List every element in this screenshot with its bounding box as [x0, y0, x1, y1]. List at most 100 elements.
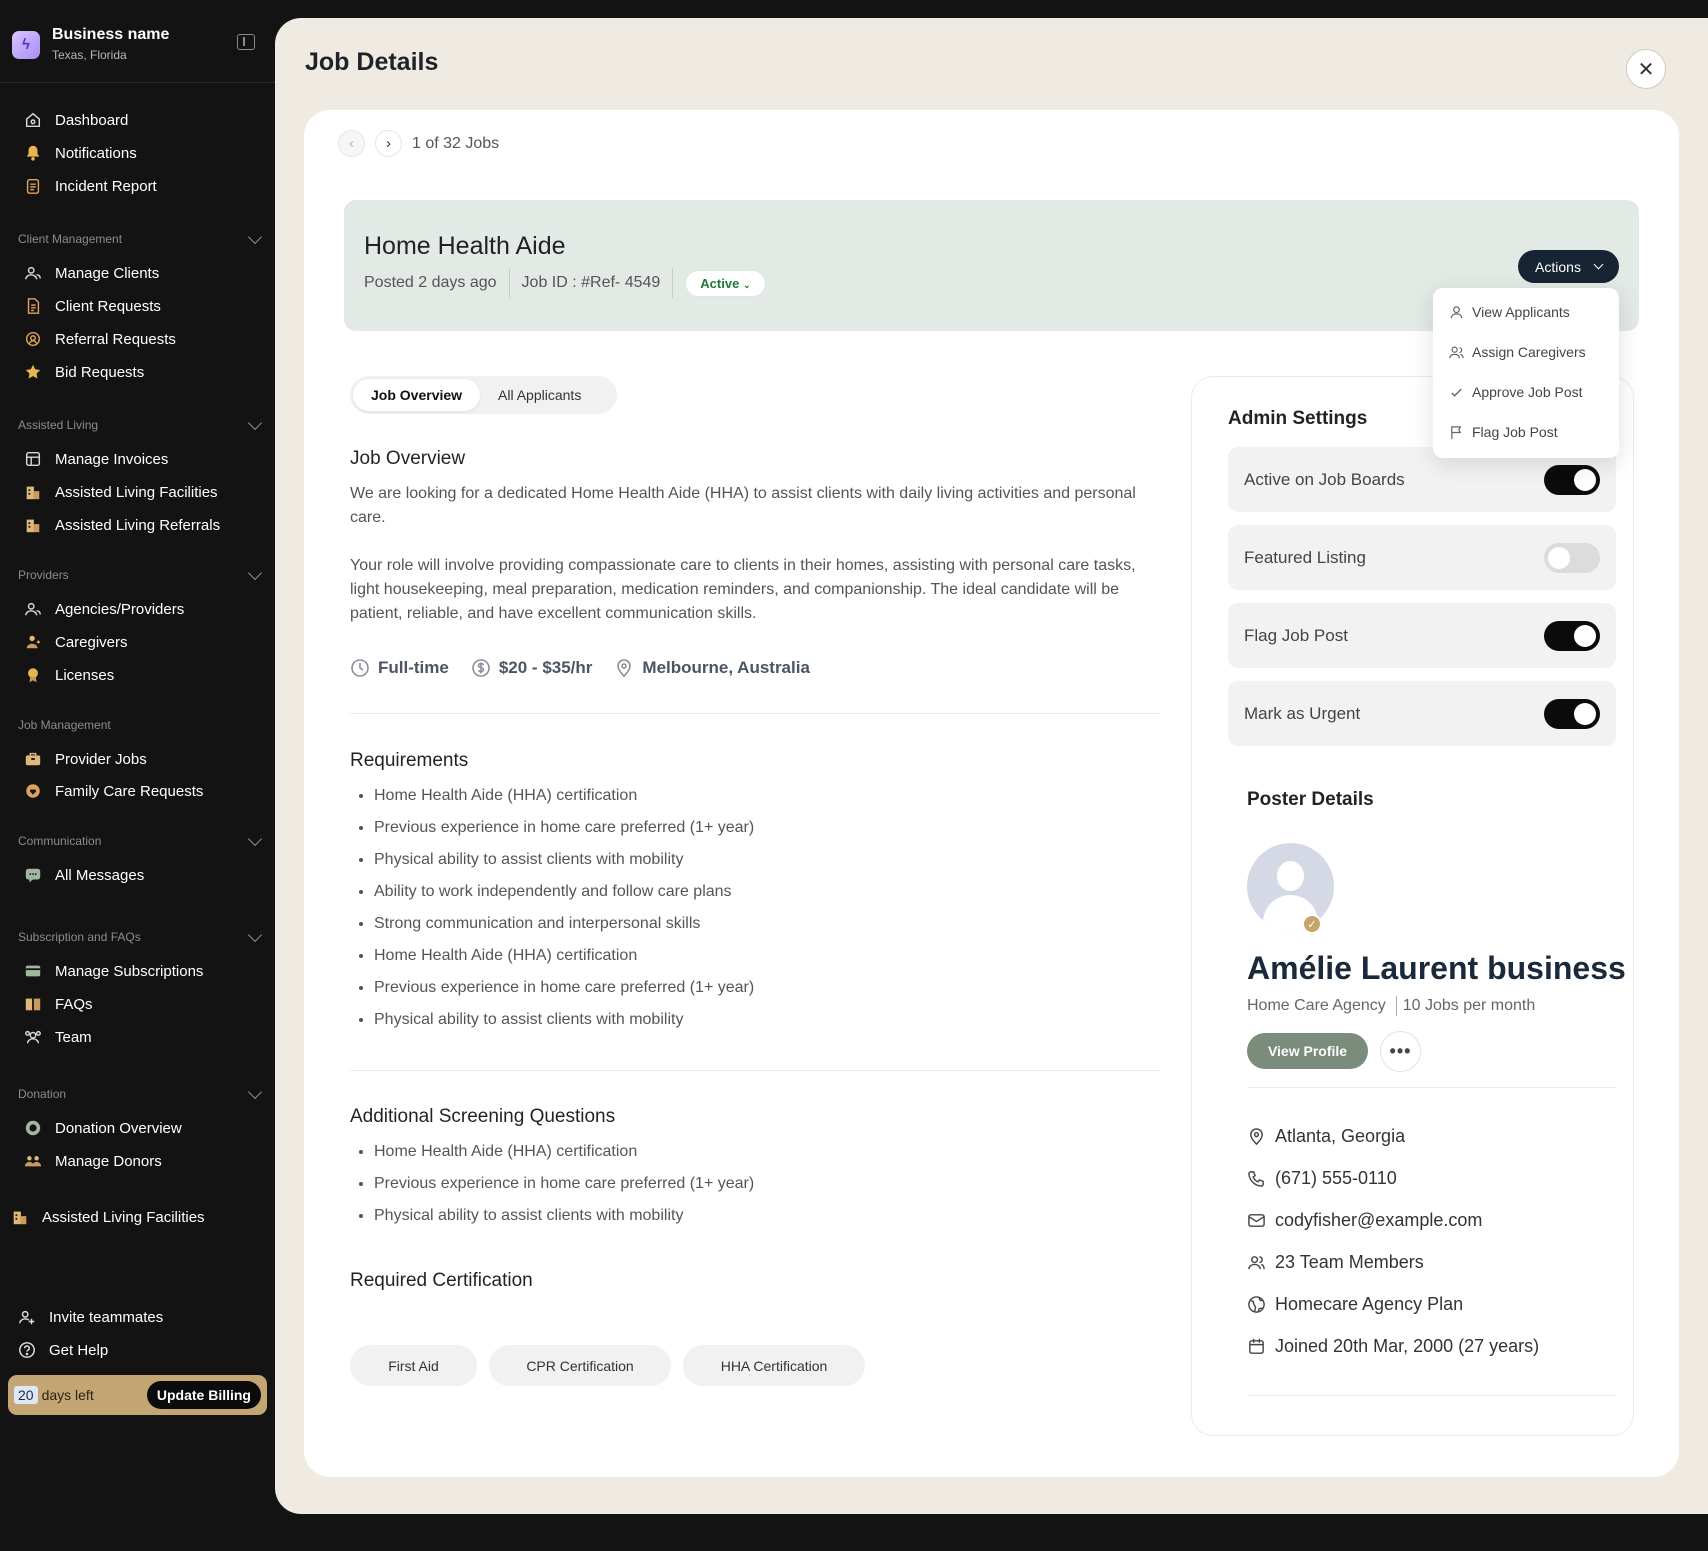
employment-type-label: Full-time [378, 658, 449, 677]
sidebar-collapse-icon[interactable] [237, 34, 255, 50]
sidebar-item-licenses[interactable]: Licenses [24, 664, 114, 686]
tab-all-applicants[interactable]: All Applicants [480, 379, 599, 411]
chevron-down-icon [247, 831, 263, 846]
prev-job-button[interactable]: ‹ [338, 130, 365, 157]
job-overview-heading: Job Overview [350, 448, 466, 469]
sidebar-item-referral-requests[interactable]: Referral Requests [24, 328, 176, 350]
divider [1247, 1395, 1616, 1396]
toggle-switch[interactable] [1544, 465, 1600, 495]
setting-label: Mark as Urgent [1244, 703, 1361, 723]
status-badge[interactable]: Active ⌄ [685, 269, 766, 297]
invite-teammates-link[interactable]: Invite teammates [18, 1306, 163, 1328]
section-assisted-living[interactable]: Assisted Living [18, 415, 263, 432]
sidebar-item-notifications[interactable]: Notifications [24, 142, 137, 164]
sidebar-item-label: Manage Invoices [55, 450, 169, 468]
screening-list: Home Health Aide (HHA) certification Pre… [374, 1136, 754, 1232]
business-logo-icon: ϟ [12, 30, 40, 59]
close-button[interactable]: ✕ [1626, 49, 1666, 89]
invoice-icon [24, 450, 42, 468]
job-card: ‹ › 1 of 32 Jobs Home Health Aide Posted… [304, 110, 1679, 1477]
section-communication[interactable]: Communication [18, 831, 263, 848]
sidebar-item-all-messages[interactable]: All Messages [24, 864, 144, 886]
menu-item-label: View Applicants [1472, 304, 1570, 320]
view-profile-button[interactable]: View Profile [1247, 1033, 1368, 1069]
chevron-down-icon [1593, 259, 1604, 270]
days-left-label: days left [41, 1387, 94, 1403]
sidebar-item-client-requests[interactable]: Client Requests [24, 295, 161, 317]
sidebar-item-manage-invoices[interactable]: Manage Invoices [24, 448, 168, 470]
menu-item-flag-job-post[interactable]: Flag Job Post [1433, 412, 1619, 452]
sidebar-item-team[interactable]: Team [24, 1026, 92, 1048]
toggle-switch[interactable] [1544, 543, 1600, 573]
sidebar-item-label: Donation Overview [55, 1119, 182, 1137]
more-options-button[interactable]: ••• [1380, 1031, 1421, 1072]
divider [350, 713, 1160, 714]
sidebar: ϟ Business name Texas, Florida Dashboard… [0, 0, 275, 1551]
sidebar-divider [0, 82, 275, 83]
update-billing-button[interactable]: Update Billing [146, 1381, 261, 1409]
tab-job-overview[interactable]: Job Overview [353, 379, 481, 411]
sidebar-item-provider-jobs[interactable]: Provider Jobs [24, 748, 147, 770]
section-subscription-faqs[interactable]: Subscription and FAQs [18, 927, 263, 944]
sidebar-item-assisted-living-facilities[interactable]: Assisted Living Facilities [24, 481, 218, 503]
sidebar-item-donation-overview[interactable]: Donation Overview [24, 1117, 182, 1139]
menu-item-approve-job-post[interactable]: Approve Job Post [1433, 372, 1619, 412]
verified-badge-icon: ✓ [1302, 914, 1322, 934]
building-icon [11, 1208, 29, 1226]
users-icon [24, 264, 42, 282]
user-plus-icon [18, 1308, 36, 1326]
divider [672, 268, 674, 298]
poster-phone-text[interactable]: (671) 555-0110 [1275, 1168, 1397, 1189]
sidebar-item-incident-report[interactable]: Incident Report [24, 175, 157, 197]
sidebar-item-assisted-living-facilities-2[interactable]: Assisted Living Facilities [11, 1206, 205, 1228]
poster-email-text[interactable]: codyfisher@example.com [1275, 1210, 1482, 1231]
sidebar-item-family-care-requests[interactable]: Family Care Requests [24, 780, 203, 802]
setting-flag-job-post: Flag Job Post [1228, 603, 1616, 668]
sidebar-item-caregivers[interactable]: Caregivers [24, 631, 128, 653]
setting-label: Flag Job Post [1244, 625, 1348, 645]
menu-item-label: Approve Job Post [1472, 384, 1583, 400]
chevron-down-icon [247, 415, 263, 430]
list-item: Physical ability to assist clients with … [374, 844, 754, 876]
sidebar-item-faqs[interactable]: FAQs [24, 993, 93, 1015]
next-job-button[interactable]: › [375, 130, 402, 157]
list-item: Previous experience in home care preferr… [374, 1168, 754, 1200]
business-location: Texas, Florida [52, 48, 127, 62]
chevron-down-icon [247, 229, 263, 244]
setting-mark-as-urgent: Mark as Urgent [1228, 681, 1616, 746]
chevron-down-icon [247, 927, 263, 942]
sidebar-item-label: Manage Clients [55, 264, 160, 282]
book-icon [24, 995, 42, 1013]
donation-icon [24, 1119, 42, 1137]
menu-item-view-applicants[interactable]: View Applicants [1433, 292, 1619, 332]
job-details-panel: Job Details ✕ ‹ › 1 of 32 Jobs Home Heal… [275, 18, 1708, 1514]
toggle-switch[interactable] [1544, 699, 1600, 729]
employment-type: Full-time [350, 658, 449, 678]
get-help-link[interactable]: Get Help [18, 1339, 108, 1361]
clock-icon [351, 659, 369, 677]
sidebar-item-manage-clients[interactable]: Manage Clients [24, 262, 159, 284]
sidebar-item-agencies-providers[interactable]: Agencies/Providers [24, 598, 184, 620]
business-switcher[interactable]: ϟ Business name Texas, Florida [12, 26, 169, 63]
actions-button[interactable]: Actions [1518, 250, 1619, 283]
sidebar-item-manage-subscriptions[interactable]: Manage Subscriptions [24, 960, 203, 982]
sidebar-item-bid-requests[interactable]: Bid Requests [24, 361, 144, 383]
tab-bar: Job Overview All Applicants [350, 376, 617, 414]
list-item: Strong communication and interpersonal s… [374, 908, 754, 940]
close-icon: ✕ [1637, 58, 1655, 81]
sidebar-item-manage-donors[interactable]: Manage Donors [24, 1150, 162, 1172]
bell-icon [24, 144, 42, 162]
section-donation[interactable]: Donation [18, 1084, 263, 1101]
sidebar-item-assisted-living-referrals[interactable]: Assisted Living Referrals [24, 514, 220, 536]
menu-item-assign-caregivers[interactable]: Assign Caregivers [1433, 332, 1619, 372]
section-client-management[interactable]: Client Management [18, 229, 263, 246]
document-icon [24, 297, 42, 315]
globe-icon [1248, 1295, 1265, 1313]
heart-chat-icon [24, 782, 42, 800]
certification-chip: HHA Certification [683, 1345, 865, 1386]
building-icon [24, 483, 42, 501]
toggle-switch[interactable] [1544, 621, 1600, 651]
section-providers[interactable]: Providers [18, 565, 263, 582]
list-item: Physical ability to assist clients with … [374, 1200, 754, 1232]
sidebar-item-dashboard[interactable]: Dashboard [24, 109, 128, 131]
